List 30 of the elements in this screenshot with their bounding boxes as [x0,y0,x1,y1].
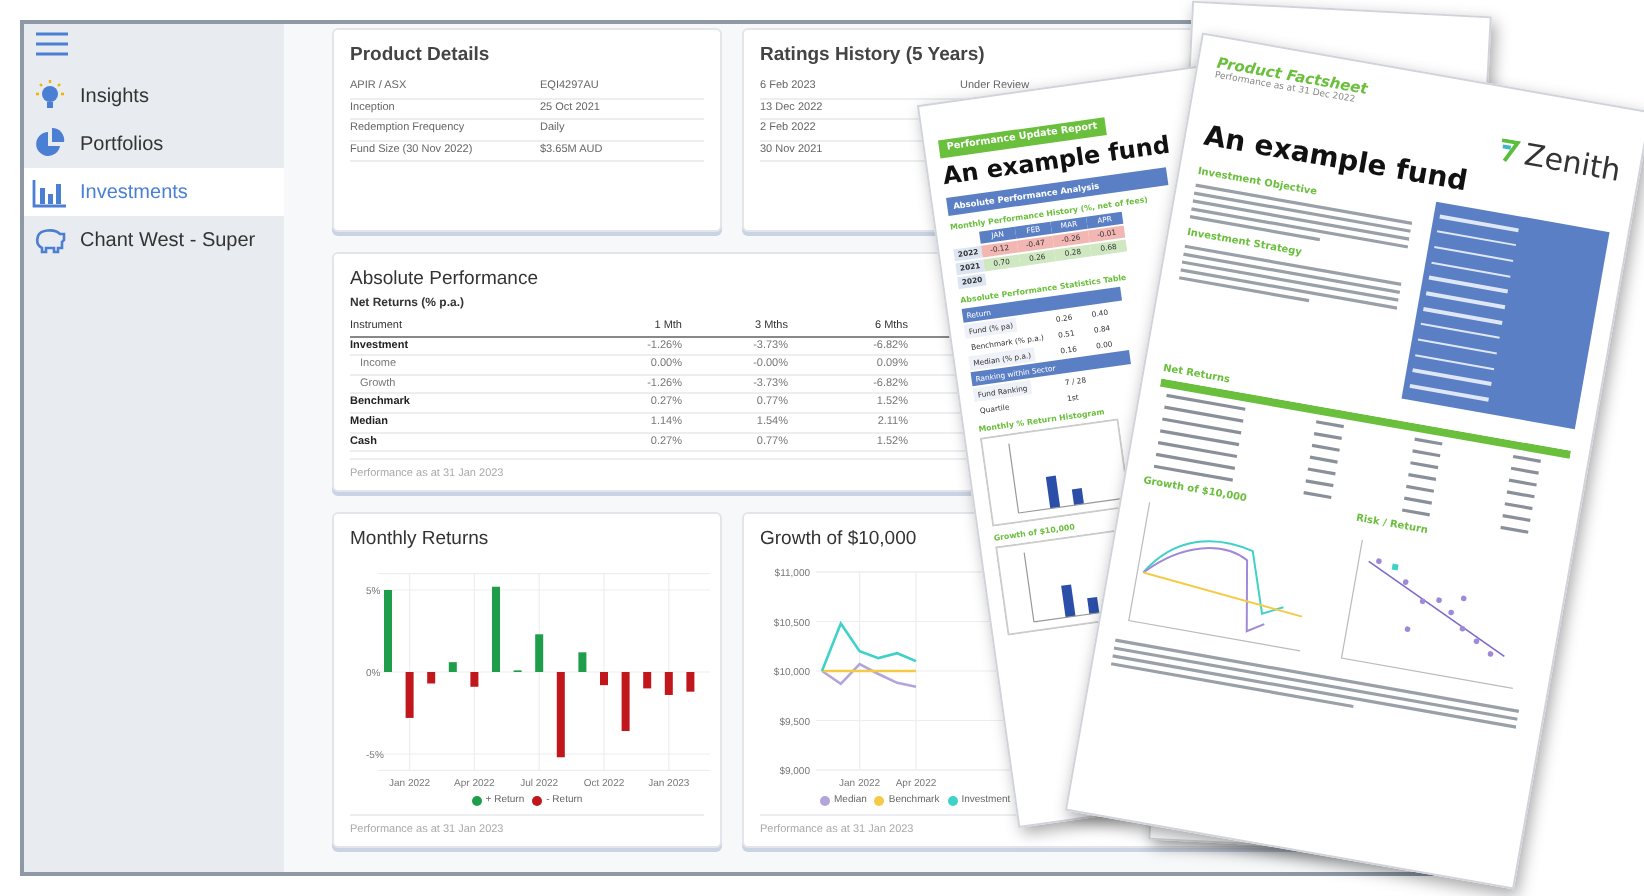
logo-text: Zenith [1521,136,1624,189]
card-title: Growth of $10,000 [760,528,917,550]
card-title: Product Details [350,44,490,66]
lightbulb-icon [32,80,68,112]
sidebar-item[interactable]: Insights [24,72,284,120]
sidebar-item[interactable]: Chant West - Super [24,216,284,264]
sidebar-item[interactable]: Investments [24,168,284,216]
bar-chart-icon [32,176,68,208]
bar [448,662,457,672]
bar [405,672,414,718]
menu-icon[interactable] [36,32,68,56]
pie-chart-icon [32,128,68,160]
bar [643,672,652,689]
bar [535,634,544,672]
card-title: Absolute Performance [350,268,538,290]
bar [578,652,587,672]
card-title: Ratings History (5 Years) [760,44,985,66]
logo-icon [1498,138,1523,166]
bar [470,672,479,687]
bar [556,672,565,758]
bar [664,672,673,695]
bar [686,672,695,692]
bar [384,590,392,672]
piggy-bank-icon [32,224,68,256]
card-title: Monthly Returns [350,528,489,550]
bar [621,672,630,732]
sidebar-item[interactable]: Portfolios [24,120,284,168]
bar [492,586,500,672]
bar [600,672,608,686]
bar [427,672,436,684]
